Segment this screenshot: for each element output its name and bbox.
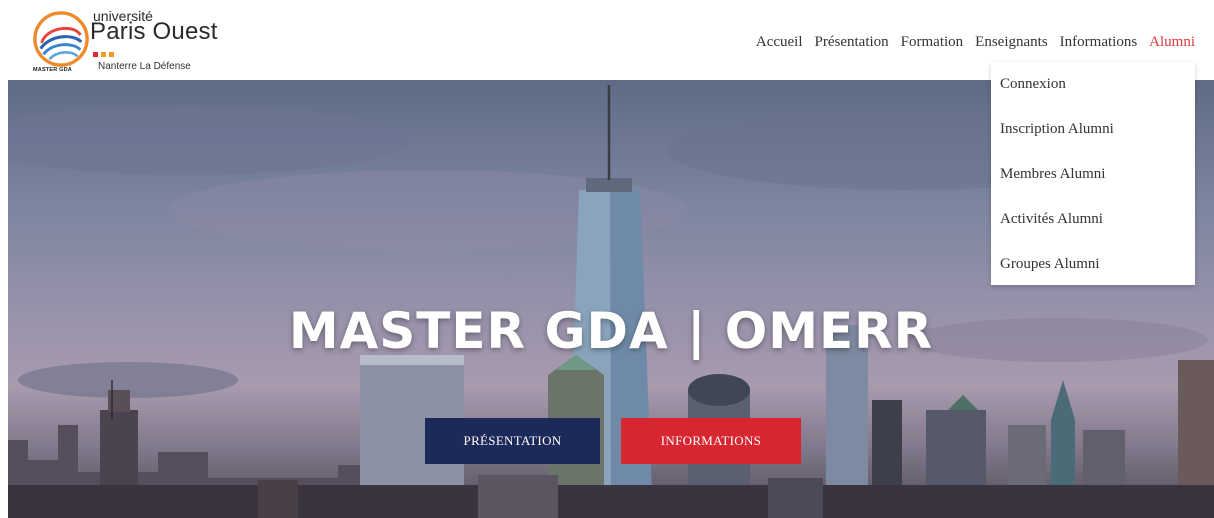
logo-caption: MASTER GDA <box>33 67 72 73</box>
nav-item-alumni[interactable]: Alumni <box>1149 34 1195 51</box>
nav-item-informations[interactable]: Informations <box>1060 34 1137 51</box>
dropdown-item-inscription-alumni[interactable]: Inscription Alumni <box>1000 121 1114 138</box>
logo-squares <box>93 52 114 57</box>
dropdown-item-groupes-alumni[interactable]: Groupes Alumni <box>1000 256 1100 273</box>
logo-name-line: Paris Ouest <box>90 18 218 45</box>
logo-campus-line: Nanterre La Défense <box>98 61 191 72</box>
logo-square <box>93 52 98 57</box>
logo-square <box>101 52 106 57</box>
presentation-button[interactable]: PRÉSENTATION <box>425 418 600 464</box>
alumni-dropdown-menu: Connexion Inscription Alumni Membres Alu… <box>991 62 1195 285</box>
dropdown-item-connexion[interactable]: Connexion <box>1000 76 1066 93</box>
dropdown-item-activites-alumni[interactable]: Activités Alumni <box>1000 211 1103 228</box>
nav-item-presentation[interactable]: Présentation <box>815 34 889 51</box>
dropdown-item-membres-alumni[interactable]: Membres Alumni <box>1000 166 1105 183</box>
hero-title: MASTER GDA | OMERR <box>288 302 934 360</box>
nav-item-enseignants[interactable]: Enseignants <box>975 34 1048 51</box>
logo-square <box>109 52 114 57</box>
university-logo[interactable]: MASTER GDA université Paris Ouest Nanter… <box>30 6 250 76</box>
university-logo-icon <box>33 11 89 67</box>
nav-item-accueil[interactable]: Accueil <box>756 34 803 51</box>
informations-button[interactable]: INFORMATIONS <box>621 418 801 464</box>
nav-item-formation[interactable]: Formation <box>901 34 964 51</box>
main-nav: Accueil Présentation Formation Enseignan… <box>744 34 1195 51</box>
